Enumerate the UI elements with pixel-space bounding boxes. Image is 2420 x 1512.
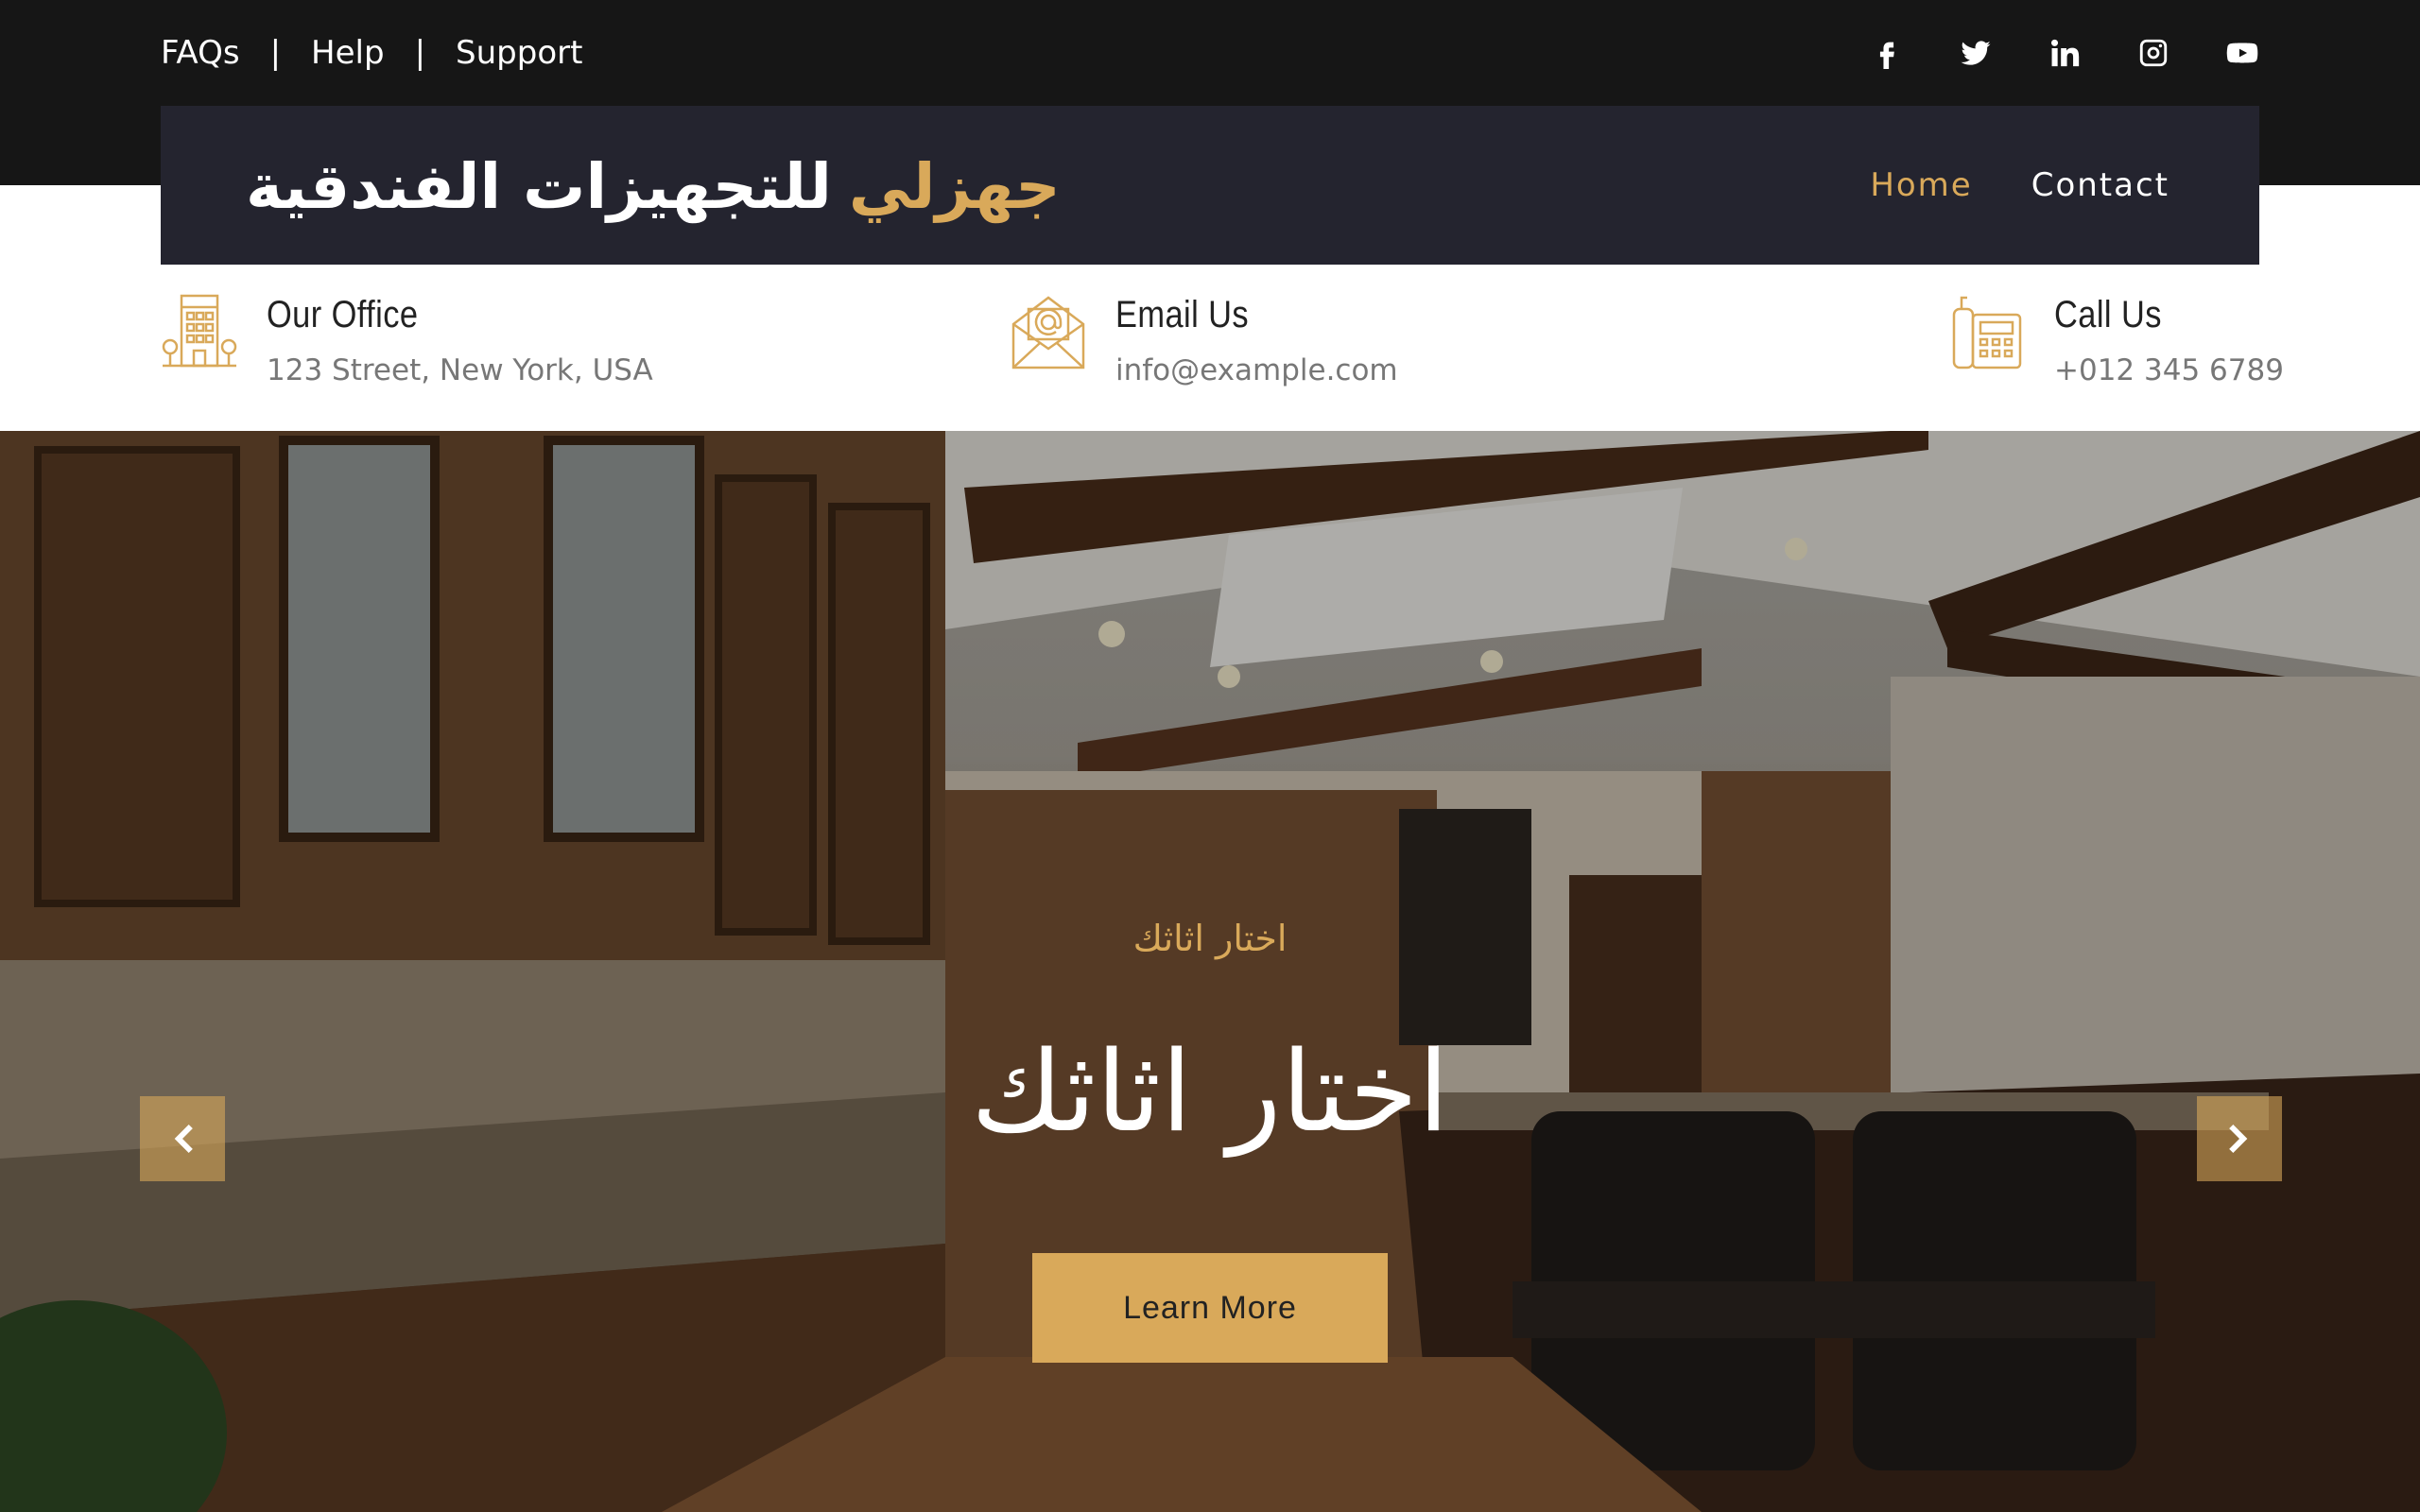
envelope-icon bbox=[1010, 288, 1087, 373]
brand-accent: جهزلي bbox=[848, 149, 1061, 223]
office-text: Our Office 123 Street, New York, USA bbox=[267, 288, 653, 387]
building-icon bbox=[161, 288, 238, 373]
linkedin-icon[interactable] bbox=[2048, 36, 2082, 70]
separator: | bbox=[269, 34, 282, 72]
email-title: Email Us bbox=[1115, 294, 1250, 335]
call-title: Call Us bbox=[2054, 294, 2162, 335]
twitter-icon[interactable] bbox=[1959, 36, 1993, 70]
nav-contact[interactable]: Contact bbox=[2031, 166, 2169, 204]
office-address: 123 Street, New York, USA bbox=[267, 353, 653, 387]
learn-more-button[interactable]: Learn More bbox=[1032, 1253, 1388, 1363]
phone-icon bbox=[1948, 288, 2026, 373]
social-links bbox=[1870, 28, 2259, 77]
brand-text: للتجهيزات الفندقية bbox=[246, 149, 832, 223]
call-text: Call Us +012 345 6789 bbox=[2054, 288, 2284, 387]
office-info: Our Office 123 Street, New York, USA bbox=[161, 288, 653, 411]
hero-subtitle: اختار اثاثك bbox=[1132, 918, 1288, 959]
call-number[interactable]: +012 345 6789 bbox=[2054, 353, 2284, 387]
top-links: FAQs | Help | Support bbox=[161, 28, 582, 77]
email-info: Email Us info@example.com bbox=[1010, 288, 1398, 411]
support-link[interactable]: Support bbox=[456, 34, 582, 72]
facebook-icon[interactable] bbox=[1870, 36, 1904, 70]
brand-logo[interactable]: جهزلي للتجهيزات الفندقية bbox=[246, 134, 1061, 238]
email-text: Email Us info@example.com bbox=[1115, 288, 1398, 387]
youtube-icon[interactable] bbox=[2225, 36, 2259, 70]
help-link[interactable]: Help bbox=[311, 34, 385, 72]
nav-home[interactable]: Home bbox=[1870, 166, 1972, 204]
navbar: جهزلي للتجهيزات الفندقية Home Contact bbox=[161, 106, 2259, 265]
faqs-link[interactable]: FAQs bbox=[161, 34, 240, 72]
office-title: Our Office bbox=[267, 294, 419, 335]
call-info: Call Us +012 345 6789 bbox=[1948, 288, 2284, 411]
nav-links: Home Contact bbox=[1870, 106, 2169, 265]
hero-carousel: اختار اثاثك اختار اثاثك Learn More bbox=[0, 431, 2420, 1512]
email-address[interactable]: info@example.com bbox=[1115, 353, 1398, 387]
instagram-icon[interactable] bbox=[2136, 36, 2170, 70]
hero-title: اختار اثاثك bbox=[971, 1026, 1449, 1157]
separator: | bbox=[414, 34, 426, 72]
